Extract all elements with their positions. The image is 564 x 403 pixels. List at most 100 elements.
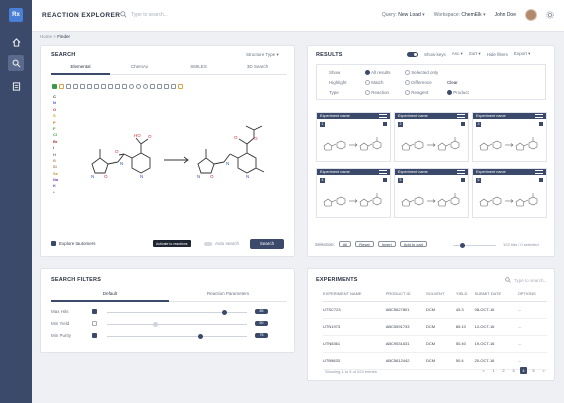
add-to-cart-button[interactable]: Add to cart — [399, 241, 428, 247]
card-menu-icon[interactable] — [535, 170, 543, 174]
element-br[interactable]: Br — [53, 139, 58, 144]
reaction-arrow-icon[interactable] — [178, 84, 183, 89]
element-cl[interactable]: Cl — [53, 132, 58, 137]
user-name[interactable]: John Doe — [495, 12, 516, 18]
page-button[interactable]: < — [480, 367, 487, 374]
plus-tool-icon[interactable] — [171, 84, 176, 89]
select-invert-button[interactable]: Invert — [377, 241, 396, 247]
arrow-tool-icon[interactable] — [164, 84, 169, 89]
zoom-tool-icon[interactable] — [108, 84, 113, 89]
tab-elemental[interactable]: Elemental — [51, 64, 110, 75]
page-button[interactable]: 3 — [510, 367, 517, 374]
charge-tool-icon[interactable] — [87, 84, 92, 89]
element-b[interactable]: B — [53, 158, 58, 163]
search-button[interactable]: Search — [250, 239, 284, 249]
table-row[interactable]: UTSC723 ABC5627801 DCM 45.3 08-OCT-16... — [323, 301, 547, 319]
chain-tool-icon[interactable] — [80, 84, 85, 89]
select-reset-button[interactable]: Reset — [355, 241, 374, 247]
card-checkbox[interactable] — [539, 122, 543, 126]
explore-tautomers-option[interactable]: Explore tautomers — [51, 241, 96, 246]
asc-dropdown[interactable]: Asc ▾ — [452, 51, 463, 57]
atom-map-tool-icon[interactable] — [115, 84, 120, 89]
global-search[interactable]: Type to search... — [120, 11, 168, 18]
auto-search-toggle[interactable] — [204, 241, 212, 246]
filter-value[interactable]: 85 — [255, 309, 268, 314]
tab-reaction-parameters[interactable]: Reaction Parameters — [169, 291, 287, 302]
type-reagent-radio[interactable] — [405, 90, 410, 96]
table-row[interactable]: UTN1973 ABC5591733 DCM 85.10 12-OCT-16... — [323, 318, 547, 336]
element-si[interactable]: Si — [53, 164, 58, 169]
card-checkbox[interactable] — [383, 122, 387, 126]
filter-slider[interactable] — [107, 334, 247, 339]
table-cell[interactable]: ... — [517, 318, 547, 336]
lasso-tool-icon[interactable] — [59, 84, 64, 89]
card-checkbox[interactable] — [383, 178, 387, 182]
experiments-search[interactable]: Type to search... — [505, 277, 547, 283]
filter-slider-knob[interactable] — [153, 322, 158, 327]
card-menu-icon[interactable] — [379, 170, 387, 174]
results-slider[interactable] — [453, 243, 496, 248]
type-reagent-option[interactable]: Reagent — [405, 90, 428, 96]
template-tool-icon[interactable] — [122, 84, 127, 89]
explore-tautomers-checkbox[interactable] — [51, 241, 56, 246]
query-selector[interactable]: Query: New Load ▾ — [382, 12, 425, 18]
page-button[interactable]: 5 — [530, 367, 537, 374]
hide-filters-link[interactable]: Hide filters — [487, 52, 508, 57]
select-tool-icon[interactable] — [52, 84, 57, 89]
result-card[interactable]: Experiment name 3 — [472, 112, 547, 162]
show-keys-toggle[interactable] — [407, 51, 418, 57]
tab-3d-search[interactable]: 3D Search — [228, 64, 287, 75]
element-na[interactable]: Na — [53, 177, 58, 182]
element-n[interactable]: N — [53, 100, 58, 105]
type-reaction-option[interactable]: Reaction — [365, 90, 389, 96]
square-tool-icon[interactable] — [157, 84, 162, 89]
page-button[interactable]: 1 — [490, 367, 497, 374]
element-se[interactable]: Se — [53, 171, 58, 176]
card-checkbox[interactable] — [461, 122, 465, 126]
column-header[interactable]: YIELD — [455, 289, 475, 302]
card-menu-icon[interactable] — [457, 114, 465, 118]
rotate-tool-icon[interactable] — [94, 84, 99, 89]
element-i[interactable]: I — [53, 145, 58, 150]
show-all-option[interactable]: All results — [365, 70, 391, 76]
reaction-structure-canvas[interactable]: N O N O HO O N N O N N O O — [82, 120, 282, 195]
element-p[interactable]: P — [53, 120, 58, 125]
highlight-match-option[interactable]: Match — [365, 80, 384, 86]
element-c[interactable]: C — [53, 94, 58, 99]
element-wildcard[interactable]: * — [53, 190, 58, 195]
filter-slider[interactable] — [107, 310, 247, 315]
element-s[interactable]: S — [53, 113, 58, 118]
tab-default[interactable]: Default — [51, 291, 169, 302]
highlight-difference-option[interactable]: Difference — [405, 80, 432, 86]
card-checkbox[interactable] — [539, 178, 543, 182]
highlight-clear-link[interactable]: Clear — [447, 80, 458, 85]
type-product-radio[interactable] — [447, 90, 452, 96]
tab-chemax[interactable]: ChemAx — [110, 64, 169, 75]
select-all-button[interactable]: All — [338, 241, 352, 247]
element-o[interactable]: O — [53, 107, 58, 112]
nav-search[interactable] — [8, 55, 24, 71]
result-card[interactable]: Experiment name 5 — [394, 168, 469, 218]
card-menu-icon[interactable] — [457, 170, 465, 174]
card-menu-icon[interactable] — [535, 114, 543, 118]
show-selected-radio[interactable] — [405, 70, 410, 76]
column-header[interactable]: OPTIONS — [517, 289, 547, 302]
page-button[interactable]: 4 — [520, 367, 527, 374]
card-checkbox[interactable] — [461, 178, 465, 182]
filter-slider-knob[interactable] — [198, 334, 203, 339]
avatar[interactable] — [525, 9, 537, 21]
filter-checkbox[interactable] — [92, 333, 97, 338]
auto-search-option[interactable]: Auto search — [204, 241, 239, 246]
element-f[interactable]: F — [53, 126, 58, 131]
result-card[interactable]: Experiment name 2 — [394, 112, 469, 162]
workspace-selector[interactable]: Workspace: ChemElk ▾ — [434, 12, 486, 18]
column-header[interactable]: SUBMIT DATE — [474, 289, 518, 302]
flip-tool-icon[interactable] — [101, 84, 106, 89]
highlight-match-radio[interactable] — [365, 80, 370, 86]
column-header[interactable]: EXPERIMENT NAME — [323, 289, 386, 302]
show-all-radio[interactable] — [365, 70, 370, 76]
table-row[interactable]: UTN8361 ABC9531631 DCM 50.40 19-OCT-16... — [323, 335, 547, 353]
page-button[interactable]: 2 — [500, 367, 507, 374]
show-selected-option[interactable]: Selected only — [405, 70, 438, 76]
result-card[interactable]: Experiment name 4 — [316, 168, 391, 218]
